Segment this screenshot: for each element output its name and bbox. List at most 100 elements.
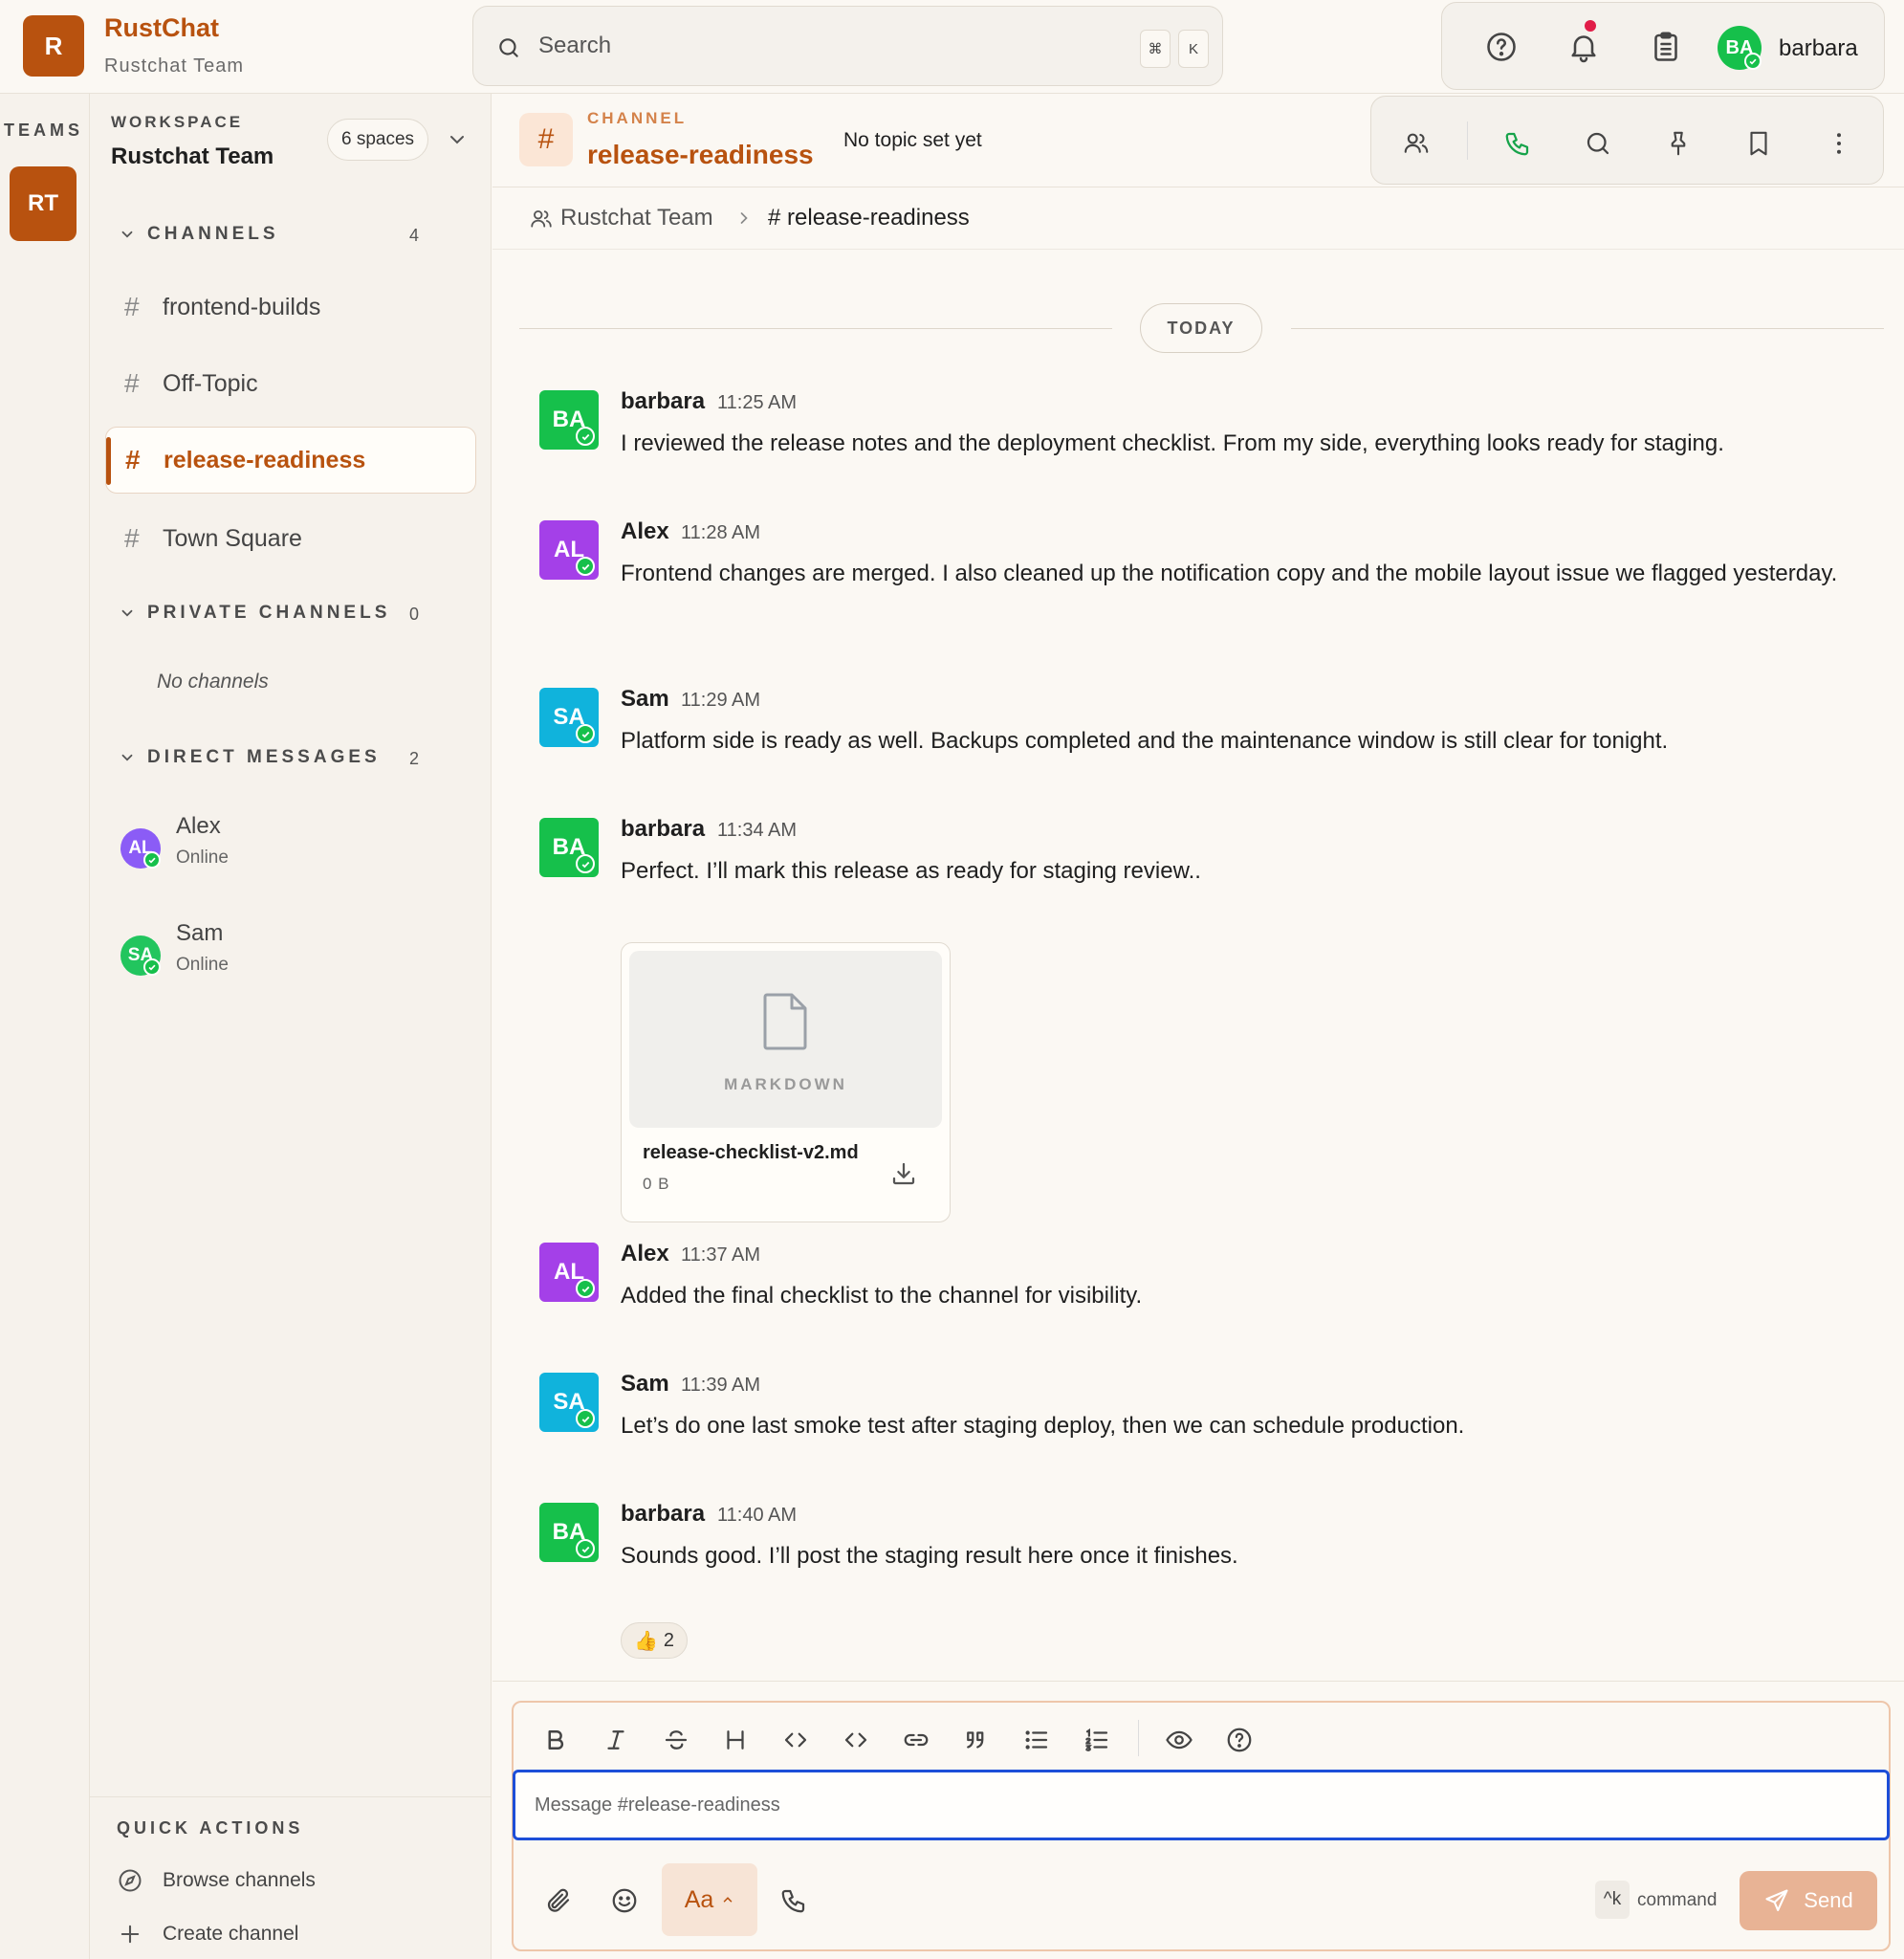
message-text: Perfect. I’ll mark this release as ready… (621, 858, 1201, 884)
message-text: Frontend changes are merged. I also clea… (621, 561, 1838, 586)
avatar[interactable]: SA (539, 1373, 599, 1432)
message-author[interactable]: barbara (621, 388, 705, 415)
teams-label: TEAMS (4, 121, 83, 140)
more-vertical-icon[interactable] (1825, 129, 1853, 158)
search-icon[interactable] (1584, 129, 1612, 158)
dm-item-sam[interactable]: SA Sam Online (120, 920, 465, 997)
message-author[interactable]: Sam (621, 1371, 669, 1398)
file-name[interactable]: release-checklist-v2.md (643, 1142, 859, 1164)
channels-count: 4 (409, 226, 420, 245)
numbered-list-icon[interactable] (1083, 1726, 1111, 1754)
online-status-icon (1744, 53, 1762, 70)
preview-eye-icon[interactable] (1165, 1726, 1193, 1754)
message-author[interactable]: Sam (621, 686, 669, 713)
reaction-count: 2 (663, 1629, 675, 1651)
compass-icon (117, 1867, 143, 1894)
phone-icon[interactable] (1503, 129, 1532, 158)
help-icon[interactable] (1225, 1726, 1254, 1754)
channel-label: Town Square (163, 524, 302, 552)
avatar[interactable]: AL (539, 1243, 599, 1302)
message-author[interactable]: Alex (621, 1241, 669, 1267)
app-logo[interactable]: R (23, 15, 84, 77)
message-author[interactable]: Alex (621, 518, 669, 545)
no-channels-text: No channels (157, 671, 269, 693)
avatar[interactable]: BA (539, 1503, 599, 1562)
quote-icon[interactable] (962, 1726, 991, 1754)
workspace-spaces-badge[interactable]: 6 spaces (327, 119, 428, 161)
message-input[interactable] (513, 1770, 1890, 1840)
dm-status: Online (176, 955, 229, 975)
help-icon[interactable] (1484, 30, 1519, 64)
code-block-icon[interactable] (842, 1726, 870, 1754)
message-author[interactable]: barbara (621, 1501, 705, 1528)
online-status-icon (576, 427, 595, 446)
chevron-right-icon (734, 209, 754, 228)
create-channel-label: Create channel (163, 1923, 299, 1945)
create-channel-button[interactable]: Create channel (117, 1921, 298, 1948)
shortcut-key-mod: ⌘ (1140, 30, 1171, 68)
user-name[interactable]: barbara (1779, 35, 1858, 62)
private-channels-count: 0 (409, 605, 420, 624)
message-text: I reviewed the release notes and the dep… (621, 430, 1724, 456)
bookmark-icon[interactable] (1744, 129, 1773, 158)
breadcrumb-team-link[interactable]: Rustchat Team (560, 205, 713, 231)
heading-icon[interactable] (721, 1726, 750, 1754)
search-input[interactable] (538, 24, 1074, 68)
channels-section-toggle[interactable]: CHANNELS (119, 224, 279, 245)
plus-icon (117, 1921, 143, 1948)
online-status-icon (576, 557, 595, 576)
avatar: AL (120, 828, 161, 869)
direct-messages-count: 2 (409, 749, 420, 768)
command-shortcut-key: ^k (1595, 1881, 1630, 1919)
hash-icon: # (124, 368, 140, 398)
download-icon[interactable] (889, 1159, 918, 1188)
pin-icon[interactable] (1664, 129, 1693, 158)
message-author[interactable]: barbara (621, 816, 705, 843)
sidebar-item-town-square[interactable]: # Town Square (105, 505, 476, 572)
avatar[interactable]: BA (539, 818, 599, 877)
search-bar[interactable]: ⌘ K (472, 6, 1223, 86)
channel-actions (1370, 96, 1884, 185)
private-channels-section-toggle[interactable]: PRIVATE CHANNELS (119, 603, 390, 624)
divider (519, 328, 1112, 329)
bullet-list-icon[interactable] (1022, 1726, 1051, 1754)
file-attachment[interactable]: MARKDOWN release-checklist-v2.md 0 B (621, 942, 951, 1222)
strikethrough-icon[interactable] (662, 1726, 690, 1754)
sidebar-item-release-readiness[interactable]: # release-readiness (105, 427, 476, 494)
sidebar-item-off-topic[interactable]: # Off-Topic (105, 350, 476, 417)
file-preview[interactable]: MARKDOWN (629, 951, 942, 1128)
top-actions: BA barbara (1441, 2, 1885, 90)
clipboard-icon[interactable] (1649, 30, 1683, 64)
bell-icon[interactable] (1566, 30, 1601, 64)
direct-messages-section-toggle[interactable]: DIRECT MESSAGES (119, 747, 381, 768)
avatar[interactable]: BA (539, 390, 599, 450)
text-style-button[interactable]: Aa (662, 1863, 757, 1936)
online-status-icon (143, 958, 161, 976)
avatar[interactable]: SA (539, 688, 599, 747)
file-type-label: MARKDOWN (724, 1075, 847, 1093)
paperclip-icon[interactable] (544, 1886, 573, 1915)
message-text: Added the final checklist to the channel… (621, 1283, 1143, 1309)
avatar[interactable]: AL (539, 520, 599, 580)
emoji-icon[interactable] (610, 1886, 639, 1915)
browse-channels-button[interactable]: Browse channels (117, 1867, 316, 1894)
sidebar-item-frontend-builds[interactable]: # frontend-builds (105, 274, 476, 341)
channel-title[interactable]: release-readiness (587, 140, 814, 170)
reaction-thumbs-up[interactable]: 👍 2 (621, 1622, 688, 1659)
channel-topic[interactable]: No topic set yet (843, 129, 982, 152)
bold-icon[interactable] (541, 1726, 570, 1754)
dm-item-alex[interactable]: AL Alex Online (120, 813, 465, 890)
message-time: 11:34 AM (717, 820, 798, 841)
phone-icon[interactable] (779, 1886, 808, 1915)
team-button-rustchat[interactable]: RT (10, 166, 77, 241)
chevron-down-icon (119, 749, 136, 766)
send-label: Send (1804, 1888, 1853, 1912)
inline-code-icon[interactable] (781, 1726, 810, 1754)
link-icon[interactable] (902, 1726, 930, 1754)
chevron-down-icon[interactable] (446, 128, 469, 151)
send-button[interactable]: Send (1740, 1871, 1877, 1930)
members-icon[interactable] (1402, 129, 1431, 158)
user-avatar[interactable]: BA (1718, 26, 1762, 70)
italic-icon[interactable] (602, 1726, 630, 1754)
divider (492, 1681, 1904, 1682)
